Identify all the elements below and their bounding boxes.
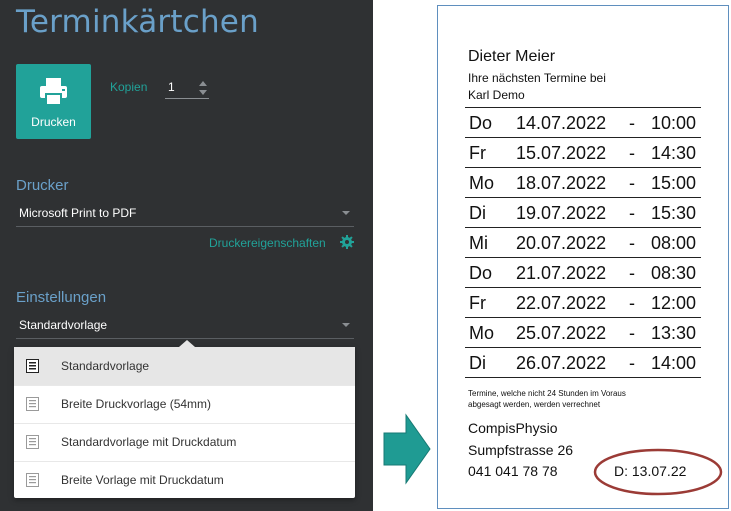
copies-label: Kopien	[110, 80, 148, 94]
cancellation-note: abgesagt werden, werden verrechnet	[468, 400, 601, 409]
appointment-row: Do 14.07.2022-10:00	[465, 108, 701, 138]
template-option-label: Standardvorlage	[61, 359, 150, 373]
print-settings-panel: Terminkärtchen Drucken Kopien 1 Drucker …	[0, 0, 373, 511]
template-select[interactable]: Standardvorlage	[16, 314, 354, 339]
template-option-label: Standardvorlage mit Druckdatum	[61, 435, 237, 449]
page-title: Terminkärtchen	[16, 4, 259, 40]
template-option-wide-with-date[interactable]: Breite Vorlage mit Druckdatum	[14, 461, 355, 499]
appointment-row: Mi 20.07.2022-08:00	[465, 228, 701, 258]
copies-value: 1	[168, 80, 175, 94]
document-icon	[26, 435, 39, 449]
template-option-label: Breite Vorlage mit Druckdatum	[61, 473, 224, 487]
appointment-row: Mo 18.07.2022-15:00	[465, 168, 701, 198]
printer-properties-link[interactable]: Druckereigenschaften	[209, 235, 354, 250]
template-option-standard[interactable]: Standardvorlage	[14, 347, 355, 386]
printer-icon	[40, 78, 67, 106]
template-dropdown: Standardvorlage Breite Druckvorlage (54m…	[14, 340, 355, 499]
spin-arrows-icon[interactable]	[199, 80, 207, 96]
document-icon	[26, 397, 39, 411]
document-icon	[26, 359, 39, 373]
chevron-down-icon	[342, 211, 350, 215]
appointment-row: Fr 15.07.2022-14:30	[465, 138, 701, 168]
appointment-row: Do 21.07.2022-08:30	[465, 258, 701, 288]
printer-select[interactable]: Microsoft Print to PDF	[16, 202, 354, 227]
printer-select-value: Microsoft Print to PDF	[19, 206, 137, 220]
cancellation-note: Termine, welche nicht 24 Stunden im Vora…	[468, 389, 626, 398]
template-option-wide[interactable]: Breite Druckvorlage (54mm)	[14, 385, 355, 424]
settings-section-heading: Einstellungen	[16, 289, 107, 306]
patient-name: Dieter Meier	[468, 48, 556, 65]
print-button-label: Drucken	[31, 115, 76, 129]
printer-properties-label: Druckereigenschaften	[209, 236, 326, 250]
card-subtitle: Ihre nächsten Termine bei	[468, 71, 606, 85]
appointment-row: Di 26.07.2022-14:00	[465, 348, 701, 378]
highlight-ellipse	[593, 448, 723, 496]
company-phone: 041 041 78 78	[468, 463, 558, 479]
printer-section-heading: Drucker	[16, 177, 69, 194]
print-button[interactable]: Drucken	[16, 64, 91, 139]
company-name: CompisPhysio	[468, 420, 558, 436]
appointment-row: Fr 22.07.2022-12:00	[465, 288, 701, 318]
gear-icon	[340, 235, 354, 249]
template-option-label: Breite Druckvorlage (54mm)	[61, 397, 212, 411]
appointment-card-preview: Dieter Meier Ihre nächsten Termine bei K…	[437, 5, 729, 509]
appointment-list: Do 14.07.2022-10:00 Fr 15.07.2022-14:30 Mo…	[465, 107, 701, 378]
arrow-right-icon	[383, 413, 431, 485]
template-select-value: Standardvorlage	[19, 318, 108, 332]
appointment-row: Mo 25.07.2022-13:30	[465, 318, 701, 348]
company-street: Sumpfstrasse 26	[468, 442, 574, 458]
document-icon	[26, 473, 39, 487]
copies-stepper[interactable]: 1	[165, 78, 209, 99]
appointment-row: Di 19.07.2022-15:30	[465, 198, 701, 228]
therapist-name: Karl Demo	[468, 88, 525, 102]
chevron-down-icon	[342, 323, 350, 327]
dropdown-pointer	[179, 340, 195, 347]
template-option-standard-with-date[interactable]: Standardvorlage mit Druckdatum	[14, 423, 355, 462]
